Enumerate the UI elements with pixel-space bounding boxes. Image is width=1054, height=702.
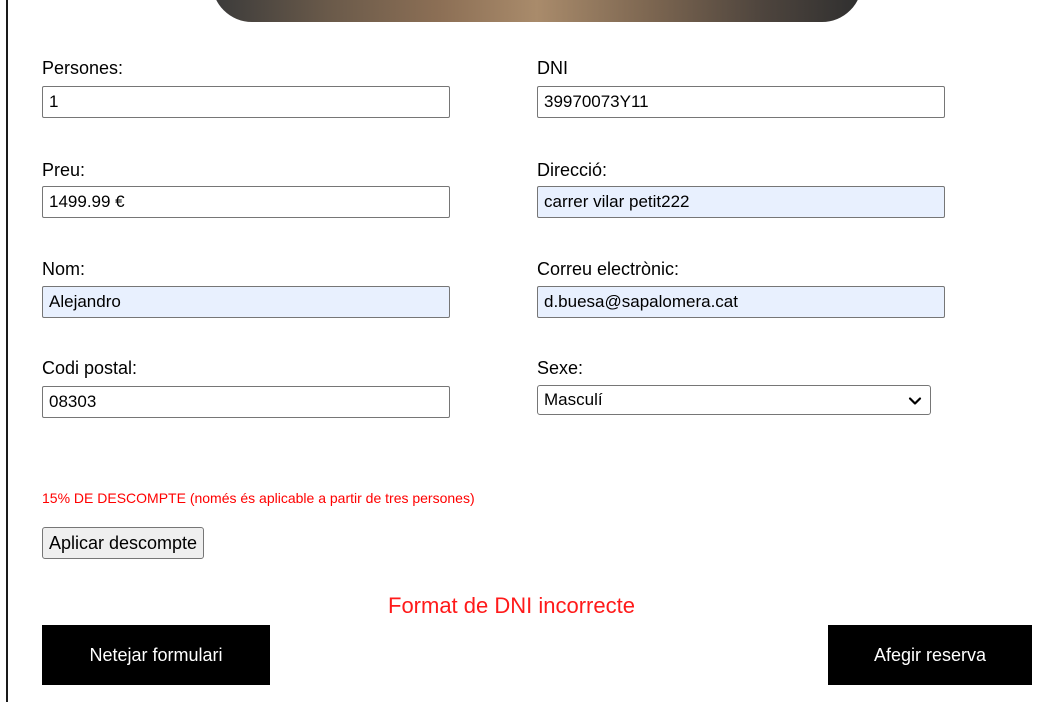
dni-error-message: Format de DNI incorrecte: [388, 593, 635, 618]
discount-note: 15% DE DESCOMPTE (només és aplicable a p…: [42, 490, 475, 506]
preu-label: Preu:: [42, 160, 86, 180]
codi-postal-input[interactable]: 08303: [42, 386, 450, 418]
add-reservation-button[interactable]: Afegir reserva: [828, 625, 1032, 685]
dni-input[interactable]: 39970073Y11: [537, 86, 945, 118]
personas-input[interactable]: 1: [42, 86, 450, 118]
dni-label: DNI: [537, 58, 568, 78]
personas-label: Persones:: [42, 58, 124, 78]
correu-input[interactable]: d.buesa@sapalomera.cat: [537, 286, 945, 318]
sexe-label: Sexe:: [537, 358, 584, 378]
add-reservation-label: Afegir reserva: [873, 644, 987, 665]
header-image: [212, 0, 862, 22]
direccio-input[interactable]: carrer vilar petit222: [537, 186, 945, 218]
sexe-selected-value: Masculí: [544, 390, 603, 409]
page-left-border: [6, 0, 8, 702]
preu-input[interactable]: 1499.99 €: [42, 186, 450, 218]
codi-postal-label: Codi postal:: [42, 358, 138, 378]
direccio-label: Direcció:: [537, 160, 608, 180]
clear-form-button[interactable]: Netejar formulari: [42, 625, 270, 685]
clear-form-label: Netejar formulari: [89, 644, 223, 665]
sexe-select[interactable]: Masculí: [537, 385, 931, 415]
nom-input[interactable]: Alejandro: [42, 286, 450, 318]
chevron-down-icon: [908, 397, 922, 405]
apply-discount-button[interactable]: Aplicar descompte: [42, 527, 205, 559]
correu-label: Correu electrònic:: [537, 259, 680, 279]
nom-label: Nom:: [42, 259, 86, 279]
